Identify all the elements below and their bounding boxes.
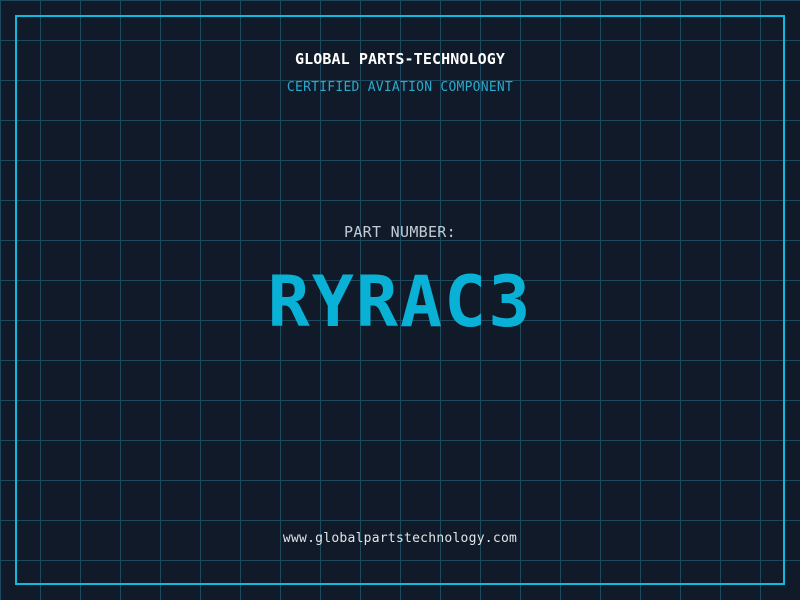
company-name: GLOBAL PARTS-TECHNOLOGY	[294, 50, 505, 68]
component-label-screen: GLOBAL PARTS-TECHNOLOGY CERTIFIED AVIATI…	[0, 0, 800, 600]
website-url: www.globalpartstechnology.com	[282, 531, 518, 546]
part-number-value: RYRAC3	[267, 261, 533, 343]
certification-tagline: CERTIFIED AVIATION COMPONENT	[286, 80, 514, 95]
part-number-label: PART NUMBER:	[344, 223, 456, 241]
